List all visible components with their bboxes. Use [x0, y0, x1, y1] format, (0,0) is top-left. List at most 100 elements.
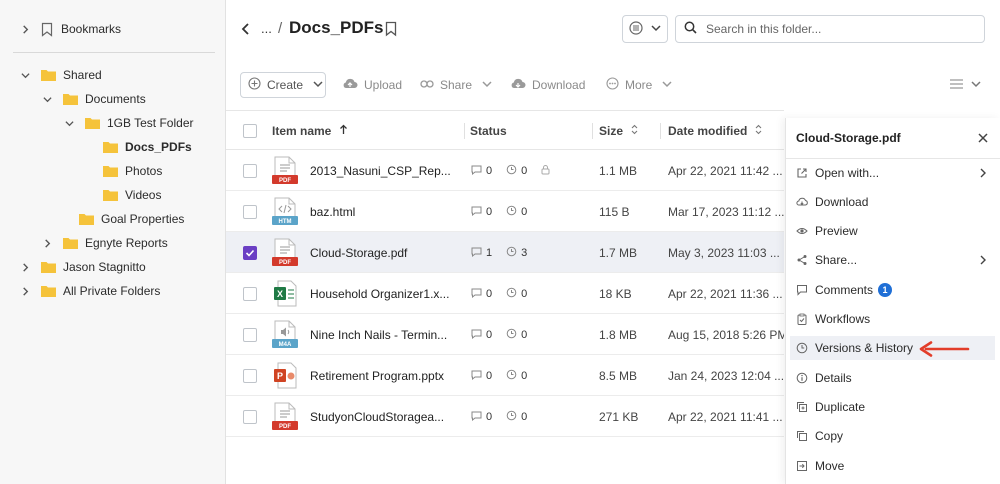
tree-label: All Private Folders: [63, 284, 161, 298]
file-name[interactable]: Household Organizer1.x...: [310, 287, 450, 301]
upload-button[interactable]: Upload: [342, 72, 402, 98]
menu-item-share[interactable]: Share...: [790, 248, 995, 272]
column-date-modified[interactable]: Date modified: [668, 124, 762, 138]
row-checkbox[interactable]: [243, 328, 257, 342]
link-icon: [420, 78, 434, 92]
svg-text:X: X: [277, 289, 283, 299]
tree-item-shared[interactable]: Shared: [19, 64, 102, 86]
menu-item-comments[interactable]: Comments 1: [790, 278, 995, 302]
file-name[interactable]: 2013_Nasuni_CSP_Rep...: [310, 164, 450, 178]
menu-item-label: Move: [815, 459, 845, 473]
more-button[interactable]: More: [606, 72, 672, 98]
context-menu-title: Cloud-Storage.pdf: [796, 131, 901, 145]
menu-item-preview[interactable]: Preview: [790, 219, 995, 243]
menu-item-duplicate[interactable]: Duplicate: [790, 395, 995, 419]
comment-count: 1: [486, 247, 493, 259]
file-name[interactable]: Retirement Program.pptx: [310, 369, 450, 383]
svg-text:M4A: M4A: [279, 342, 292, 348]
menu-item-workflows[interactable]: Workflows: [790, 307, 995, 331]
folder-icon: [41, 285, 56, 297]
comment-icon: [471, 206, 482, 219]
menu-item-label: Versions & History: [815, 341, 914, 355]
tree-item-documents[interactable]: Documents: [41, 88, 146, 110]
file-size: 271 KB: [599, 410, 639, 424]
menu-item-details[interactable]: Details: [790, 366, 995, 390]
file-modified: May 3, 2023 11:03 ...: [668, 246, 780, 260]
tree-item-goal-properties[interactable]: Goal Properties: [79, 208, 184, 230]
chevron-right-icon[interactable]: [19, 23, 31, 35]
svg-text:PDF: PDF: [279, 260, 291, 266]
table-row-selected[interactable]: PDF Cloud-Storage.pdf 1 3 1.7 MB May 3, …: [226, 232, 784, 273]
bookmark-icon[interactable]: [385, 21, 397, 37]
column-item-name[interactable]: Item name: [272, 124, 348, 138]
tree-item-docs-pdfs[interactable]: Docs_PDFs: [103, 136, 192, 158]
view-options-dropdown[interactable]: [622, 15, 668, 43]
file-size: 8.5 MB: [599, 369, 638, 383]
bookmark-icon: [41, 22, 54, 37]
menu-item-download[interactable]: Download: [790, 190, 995, 214]
search-input[interactable]: [706, 22, 966, 36]
row-checkbox[interactable]: [243, 410, 257, 424]
row-checkbox[interactable]: [243, 164, 257, 178]
menu-item-open-with[interactable]: Open with...: [790, 161, 995, 185]
chevron-right-icon[interactable]: [41, 237, 53, 249]
table-row[interactable]: PDF 2013_Nasuni_CSP_Rep... 0 0 1.1 MB Ap…: [226, 150, 784, 191]
menu-item-move[interactable]: Move: [790, 454, 995, 478]
comment-count: 0: [486, 329, 493, 341]
context-menu: Cloud-Storage.pdf Open with... Download …: [785, 118, 1000, 484]
column-status[interactable]: Status: [470, 124, 507, 138]
file-status: 1 3: [471, 246, 537, 260]
file-modified: Apr 22, 2021 11:41 ...: [668, 410, 783, 424]
tree-item-all-private-folders[interactable]: All Private Folders: [19, 280, 160, 302]
file-modified: Jan 24, 2023 12:04 ...: [668, 369, 784, 383]
version-count: 0: [521, 329, 528, 341]
breadcrumb-ellipsis[interactable]: ...: [261, 21, 272, 36]
tree-label: Videos: [125, 188, 162, 202]
row-checkbox[interactable]: [243, 369, 257, 383]
row-checkbox[interactable]: [243, 246, 257, 260]
tree-item-jason-stagnitto[interactable]: Jason Stagnitto: [19, 256, 146, 278]
download-button[interactable]: Download: [510, 72, 585, 98]
table-row[interactable]: M4A Nine Inch Nails - Termin... 0 0 1.8 …: [226, 314, 784, 355]
table-row[interactable]: X Household Organizer1.x... 0 0 18 KB Ap…: [226, 273, 784, 314]
menu-item-copy[interactable]: Copy: [790, 424, 995, 448]
tree-item-egnyte-reports[interactable]: Egnyte Reports: [41, 232, 168, 254]
version-icon: [506, 410, 517, 424]
chevron-right-icon[interactable]: [19, 261, 31, 273]
tree-item-videos[interactable]: Videos: [103, 184, 161, 206]
back-icon[interactable]: [238, 20, 254, 38]
chevron-right-icon[interactable]: [19, 285, 31, 297]
file-name[interactable]: Cloud-Storage.pdf: [310, 246, 450, 260]
svg-text:PDF: PDF: [279, 424, 291, 430]
file-name[interactable]: Nine Inch Nails - Termin...: [310, 328, 450, 342]
table-row[interactable]: P Retirement Program.pptx 0 0 8.5 MB Jan…: [226, 355, 784, 396]
select-all-checkbox[interactable]: [243, 124, 257, 138]
column-size[interactable]: Size: [599, 124, 638, 138]
file-modified: Mar 17, 2023 11:12 ...: [668, 205, 784, 219]
chevron-down-icon[interactable]: [19, 69, 31, 81]
file-name[interactable]: baz.html: [310, 205, 450, 219]
comment-icon: [797, 285, 807, 296]
row-checkbox[interactable]: [243, 287, 257, 301]
bookmarks-item[interactable]: Bookmarks: [19, 18, 121, 40]
search-box[interactable]: [675, 15, 985, 43]
chevron-down-icon[interactable]: [41, 93, 53, 105]
folder-icon: [85, 117, 100, 129]
file-name[interactable]: StudyonCloudStoragea...: [310, 410, 450, 424]
menu-item-label: Preview: [815, 224, 858, 238]
chevron-down-icon: [313, 78, 323, 92]
list-view-dropdown[interactable]: [950, 78, 981, 92]
tree-item-photos[interactable]: Photos: [103, 160, 162, 182]
chevron-down-icon[interactable]: [63, 117, 75, 129]
file-status: 0 0: [471, 164, 550, 178]
row-checkbox[interactable]: [243, 205, 257, 219]
tree-label: Photos: [125, 164, 163, 178]
table-row[interactable]: HTM baz.html 0 0 115 B Mar 17, 2023 11:1…: [226, 191, 784, 232]
create-button[interactable]: Create: [240, 72, 326, 98]
sort-icon: [631, 124, 638, 138]
share-button[interactable]: Share: [420, 72, 492, 98]
chevron-down-icon: [482, 78, 492, 92]
tree-item-1gb-test-folder[interactable]: 1GB Test Folder: [63, 112, 193, 134]
table-row[interactable]: PDF StudyonCloudStoragea... 0 0 271 KB A…: [226, 396, 784, 437]
close-icon[interactable]: [976, 131, 990, 145]
